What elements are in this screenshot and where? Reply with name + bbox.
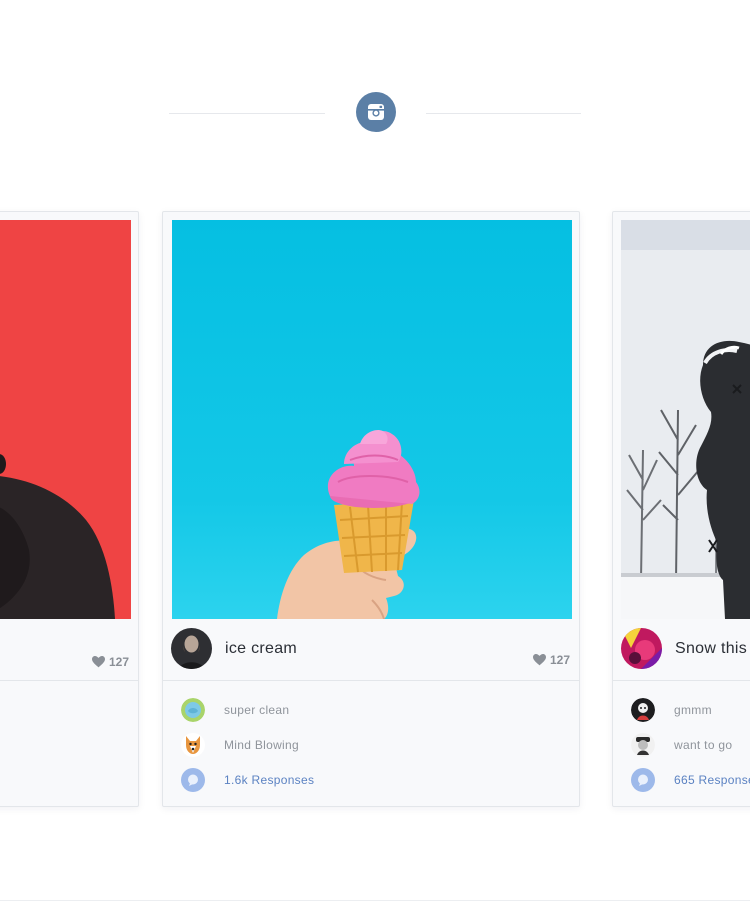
- post-card-center[interactable]: ice cream 127 super clean Mind Blowing 1…: [162, 211, 580, 807]
- post-title[interactable]: ice cream: [225, 640, 297, 658]
- responses-link[interactable]: 1.6k Responses: [181, 762, 579, 797]
- comments-list: super clean Mind Blowing 1.6k Responses: [181, 692, 579, 797]
- comment-item[interactable]: gmmm: [631, 692, 750, 727]
- likes-count[interactable]: 127: [91, 655, 129, 669]
- comment-item[interactable]: Mind Blowing: [181, 727, 579, 762]
- comment-text: gmmm: [674, 702, 712, 717]
- comment-text: want to go: [674, 737, 733, 752]
- post-header: 127: [0, 620, 138, 681]
- dog-avatar[interactable]: [181, 732, 205, 757]
- green-circle-avatar[interactable]: [181, 697, 205, 722]
- author-avatar[interactable]: [621, 628, 662, 669]
- user-avatar[interactable]: [631, 697, 655, 722]
- responses-link[interactable]: 665 Responses: [631, 762, 750, 797]
- post-header: ice cream 127: [163, 620, 579, 681]
- portrait-photo: [0, 220, 131, 619]
- header-divider-right: [426, 113, 581, 114]
- post-photo[interactable]: [0, 220, 131, 619]
- likes-value: 127: [108, 655, 129, 669]
- comment-text: Mind Blowing: [224, 737, 299, 752]
- post-card-left[interactable]: 127: [0, 211, 139, 807]
- post-photo[interactable]: [172, 220, 572, 619]
- snow-sculpture-photo: [621, 220, 750, 619]
- user-avatar[interactable]: [631, 732, 655, 757]
- author-avatar[interactable]: [171, 628, 212, 669]
- instagram-icon: [368, 104, 384, 120]
- comments-list: gmmm want to go 665 Respons: [631, 692, 750, 797]
- header-divider-left: [169, 113, 325, 114]
- heart-icon: [91, 656, 105, 668]
- post-header: Snow this: [613, 620, 750, 681]
- responses-count[interactable]: 665 Responses: [674, 773, 750, 787]
- speech-bubble-icon: [631, 767, 655, 792]
- post-title[interactable]: Snow this: [675, 640, 747, 658]
- likes-count[interactable]: 127: [532, 653, 570, 667]
- instagram-badge[interactable]: [356, 92, 396, 132]
- likes-value: 127: [549, 653, 570, 667]
- comment-text: super clean: [224, 702, 290, 717]
- responses-count[interactable]: 1.6k Responses: [224, 773, 314, 787]
- speech-bubble-icon: [181, 767, 205, 792]
- colorful-avatar: [621, 628, 662, 669]
- comment-item[interactable]: want to go: [631, 727, 750, 762]
- comment-item[interactable]: super clean: [181, 692, 579, 727]
- heart-icon: [532, 654, 546, 666]
- bearded-man-avatar: [171, 628, 212, 669]
- ice-cream-photo: [277, 430, 420, 619]
- post-card-right[interactable]: Snow this gmmm want to go 665 Respons: [612, 211, 750, 807]
- post-photo[interactable]: [621, 220, 750, 619]
- instagram-feed-page: 127 ice cream 127 super clean Mind Blowi…: [0, 0, 750, 901]
